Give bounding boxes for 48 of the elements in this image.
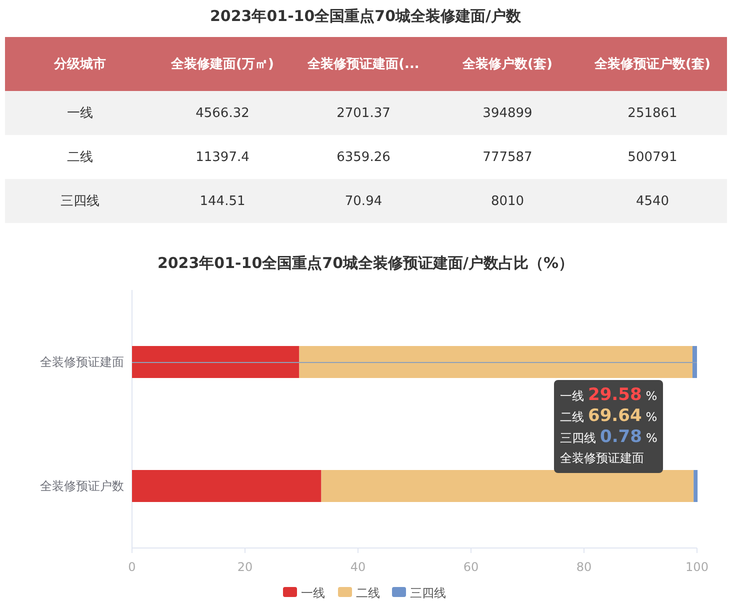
category-label: 全装修预证户数 [40, 479, 124, 493]
tooltip-unit: % [646, 430, 658, 447]
table-cell-text: 2701.37 [336, 106, 392, 120]
bar-segment[interactable] [321, 470, 694, 502]
axis-tick-label: 40 [350, 560, 366, 574]
bar-segment[interactable] [694, 470, 698, 502]
column-header: 全装修预证户数(套) [594, 56, 712, 73]
table-cell-text: 251861 [626, 106, 678, 120]
table-cell-text: 11397.4 [194, 150, 250, 164]
axis-tick-label: 100 [686, 560, 708, 574]
column-header: 全装修预证建面(... [306, 56, 420, 73]
legend-swatch[interactable] [338, 587, 352, 597]
table-cell-text: 8010 [490, 194, 526, 208]
table-cell-text: 144.51 [198, 194, 246, 208]
table-cell-text: 4566.32 [194, 106, 250, 120]
legend-label[interactable]: 二线 [356, 586, 380, 600]
table-cell-text: 4540 [634, 194, 670, 208]
column-header: 全装修建面(万㎡) [170, 56, 275, 73]
axis-tick-label: 60 [463, 560, 479, 574]
tooltip-unit: % [646, 409, 658, 426]
tooltip-label: 三四线 [560, 430, 596, 447]
legend-label[interactable]: 一线 [301, 586, 325, 600]
tooltip-unit: % [646, 388, 658, 405]
table-cell-text: 6359.26 [336, 150, 392, 164]
column-header: 全装修户数(套) [462, 56, 554, 73]
legend-swatch[interactable] [283, 587, 297, 597]
axis-tick-label: 80 [576, 560, 592, 574]
tooltip-label: 一线 [560, 388, 584, 405]
legend-label[interactable]: 三四线 [410, 586, 446, 600]
table-cell-text: 394899 [482, 106, 534, 120]
column-header: 分级城市 [52, 56, 107, 73]
table-cell-text: 777587 [482, 150, 534, 164]
category-label: 全装修预证建面 [40, 355, 124, 369]
table-cell-text: 70.94 [344, 194, 384, 208]
tooltip-label: 二线 [560, 409, 584, 426]
table-cell-text: 三四线 [60, 193, 100, 210]
tooltip-value: 69.64 [588, 406, 642, 426]
table-cell-text: 一线 [66, 105, 94, 122]
tooltip-category: 全装修预证建面 [560, 450, 644, 467]
tooltip-value: 0.78 [600, 427, 642, 447]
legend-swatch[interactable] [392, 587, 406, 597]
table-cell-text: 二线 [66, 149, 94, 166]
axis-tick-label: 20 [237, 560, 253, 574]
axis-tick-label: 0 [128, 560, 136, 574]
table-cell-text: 500791 [626, 150, 678, 164]
chart-title: 2023年01-10全国重点70城全装修预证建面/户数占比（%） [156, 253, 575, 274]
table-title: 2023年01-10全国重点70城全装修建面/户数 [208, 6, 522, 27]
tooltip-value: 29.58 [588, 385, 642, 405]
